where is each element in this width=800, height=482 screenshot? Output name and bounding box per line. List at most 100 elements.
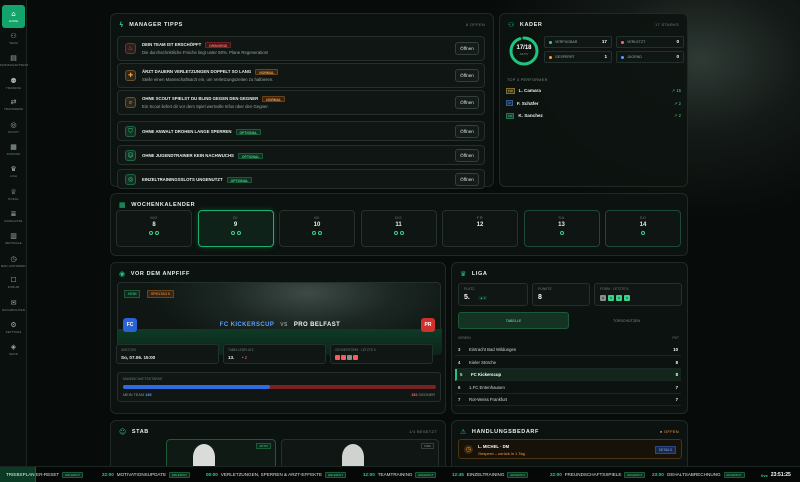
tip-title: OHNE JUGENDTRAINER KEIN NACHWUCHS OPTIONA…: [142, 153, 264, 159]
pre-match-title: VOR DEM ANPFIFF: [130, 271, 190, 277]
nav-label: Forum: [7, 285, 20, 289]
stat-value: 0: [676, 54, 679, 59]
open-button[interactable]: Öffnen: [455, 149, 479, 162]
tip-item: ⛉ OHNE ANWALT DROHEN LANGE SPERREN OPTIONA…: [117, 121, 485, 141]
form-chip: [341, 355, 346, 360]
day-sa[interactable]: SA 13: [523, 210, 600, 247]
ticker-badge: ERLEDIGT: [62, 472, 84, 478]
table-row[interactable]: 4 Kieler Störche 8: [455, 357, 681, 369]
sidebar: ⌂ Home ⚇ Team ▤ Mannschaftsrat ⚉ Training ⇄ Trans…: [0, 0, 28, 466]
nav-item-liga[interactable]: ♛ Liga: [2, 160, 25, 183]
mail-icon: ✉: [10, 299, 17, 307]
day-events: [525, 231, 599, 235]
table-row[interactable]: 5 FC Kickerscup 8: [455, 369, 681, 381]
row-pos: 7: [458, 397, 461, 402]
row-points: 7: [675, 397, 678, 402]
ticker-text: EINZELTRAINING: [466, 472, 505, 478]
squad-icon: ⚇: [508, 21, 515, 29]
nav-item-bad-historien[interactable]: ◷ Bad Historien: [1, 250, 25, 273]
squad-stat-verfügbar: Verfügbar 17: [544, 36, 612, 48]
tab-table[interactable]: TABELLE: [458, 312, 569, 329]
ticker-text: FREUNDSCHAFTSSPIELE: [564, 472, 622, 478]
day-mi[interactable]: MI 10: [279, 210, 355, 247]
tab-scorers[interactable]: TORSCHÜTZEN: [571, 312, 682, 329]
day-name: DI: [233, 215, 238, 220]
scout-icon: ◎: [10, 121, 17, 129]
event-dot: [559, 231, 564, 235]
alert-icon: ⚠: [460, 428, 467, 436]
event-dot: [230, 231, 235, 235]
event-dot: [393, 231, 398, 235]
nav-label: Stadion: [6, 152, 21, 156]
nav-label: Transfers: [3, 107, 24, 111]
form-box: FORM · LETZTE 5 NSSS: [594, 283, 682, 306]
tip-text: Ein Scout liefert dir vor dem Spiel wert…: [142, 104, 269, 109]
ticker-time: 12:45: [452, 472, 464, 478]
day-fr[interactable]: FR 12: [442, 210, 518, 247]
nav-item-settings[interactable]: ⚙ Settings: [2, 316, 25, 339]
day-do[interactable]: DO 11: [360, 210, 437, 247]
nav-item-home[interactable]: ⌂ Home: [2, 5, 25, 28]
info-extra: • 2: [242, 355, 247, 360]
day-di[interactable]: DI 9: [197, 210, 274, 247]
row-points: 8: [675, 359, 678, 365]
ticker-badge: ERLEDIGT: [624, 472, 646, 478]
row-team: Kieler Störche: [469, 359, 496, 365]
tip-item: ⌕ OHNE SCOUT SPIELST DU BLIND GEGEN DEN G…: [117, 90, 485, 115]
row-pos: 6: [458, 384, 461, 390]
open-button[interactable]: Öffnen: [455, 96, 479, 109]
day-events: [606, 231, 680, 235]
ticker-time: 00:00: [206, 472, 218, 478]
nav-item-rangliste[interactable]: ≣ Rangliste: [2, 205, 25, 228]
table-row[interactable]: 6 1.FC Entenhausen 7: [455, 382, 681, 394]
stat-dot: [621, 41, 624, 44]
row-pos: 5: [460, 372, 463, 377]
nav-item-pokal[interactable]: ♕ Pokal: [2, 183, 25, 206]
lightning-icon: ϟ: [119, 21, 125, 29]
action-item[interactable]: ◷ L. MICHEL · DM Gesperrt – zurück in 1 …: [458, 439, 682, 459]
details-button[interactable]: DETAILS: [654, 446, 676, 454]
ticker-item: 23:00 GEHALTSABRECHNUNG ERLEDIGT: [652, 472, 745, 478]
nav-label: Rangliste: [4, 219, 23, 223]
tip-badge: OPTIONAL: [237, 153, 264, 159]
table-row[interactable]: 3 Eintracht Bad Wildungen 10: [455, 344, 681, 356]
nav-item-zentrale[interactable]: ▥ Zentrale: [2, 227, 25, 250]
nav-item-mannschaftsrat[interactable]: ▤ Mannschaftsrat: [0, 49, 28, 72]
day-so[interactable]: SO 14: [605, 210, 681, 247]
fire-icon: ♨: [125, 43, 136, 54]
nav-item-nachrichten[interactable]: ✉ Nachrichten: [2, 294, 25, 317]
away-crest: PR: [421, 318, 435, 332]
gear-icon: ⚙: [10, 321, 17, 329]
table-row[interactable]: 7 Rot-Weiss Frankfurt 7: [455, 394, 681, 406]
position-badge: IV: [506, 100, 513, 106]
player-stat: ↗ 15: [671, 88, 681, 93]
top-performer-row[interactable]: TW L. Camara ↗ 15: [506, 85, 681, 96]
tip-title-text: EINZELTRAININGSSLOTS UNGENUTZT: [142, 177, 223, 183]
player-name: F. Schäfer: [516, 100, 539, 106]
home-tag: HEIM: [124, 290, 141, 298]
nav-item-transfers[interactable]: ⇄ Transfers: [2, 93, 25, 116]
place-box: PLATZ 5. ▲ 3: [458, 283, 528, 306]
top-performer-row[interactable]: ZM K. Sanchez ↗ 2: [506, 110, 681, 121]
nav-item-team[interactable]: ⚇ Team: [2, 27, 25, 50]
nav-label: Team: [9, 41, 18, 45]
cup-icon: ♕: [10, 188, 17, 196]
app-root: ⌂ Home ⚇ Team ▤ Mannschaftsrat ⚉ Training ⇄ Trans…: [0, 0, 800, 482]
top-performer-row[interactable]: IV F. Schäfer ↗ 2: [506, 98, 681, 109]
open-button[interactable]: Öffnen: [455, 173, 479, 186]
nav-item-shop[interactable]: ◈ Shop: [2, 338, 25, 361]
nav-item-stadion[interactable]: ▦ Stadion: [2, 138, 25, 161]
open-button[interactable]: Öffnen: [455, 125, 479, 138]
nav-label: Pokal: [8, 197, 19, 201]
day-mo[interactable]: MO 8: [116, 210, 192, 247]
open-button[interactable]: Öffnen: [455, 69, 479, 82]
tip-badge: NORMAL: [255, 69, 279, 75]
stat-label: Jugend: [627, 55, 642, 59]
nav-item-training[interactable]: ⚉ Training: [2, 72, 25, 95]
open-button[interactable]: Öffnen: [455, 42, 479, 55]
nav-item-forum[interactable]: ☐ Forum: [2, 271, 25, 294]
building-icon: ▥: [10, 232, 17, 240]
nav-item-scout[interactable]: ◎ Scout: [2, 116, 25, 139]
form-chip: N: [600, 295, 606, 301]
row-points: 7: [675, 384, 678, 390]
